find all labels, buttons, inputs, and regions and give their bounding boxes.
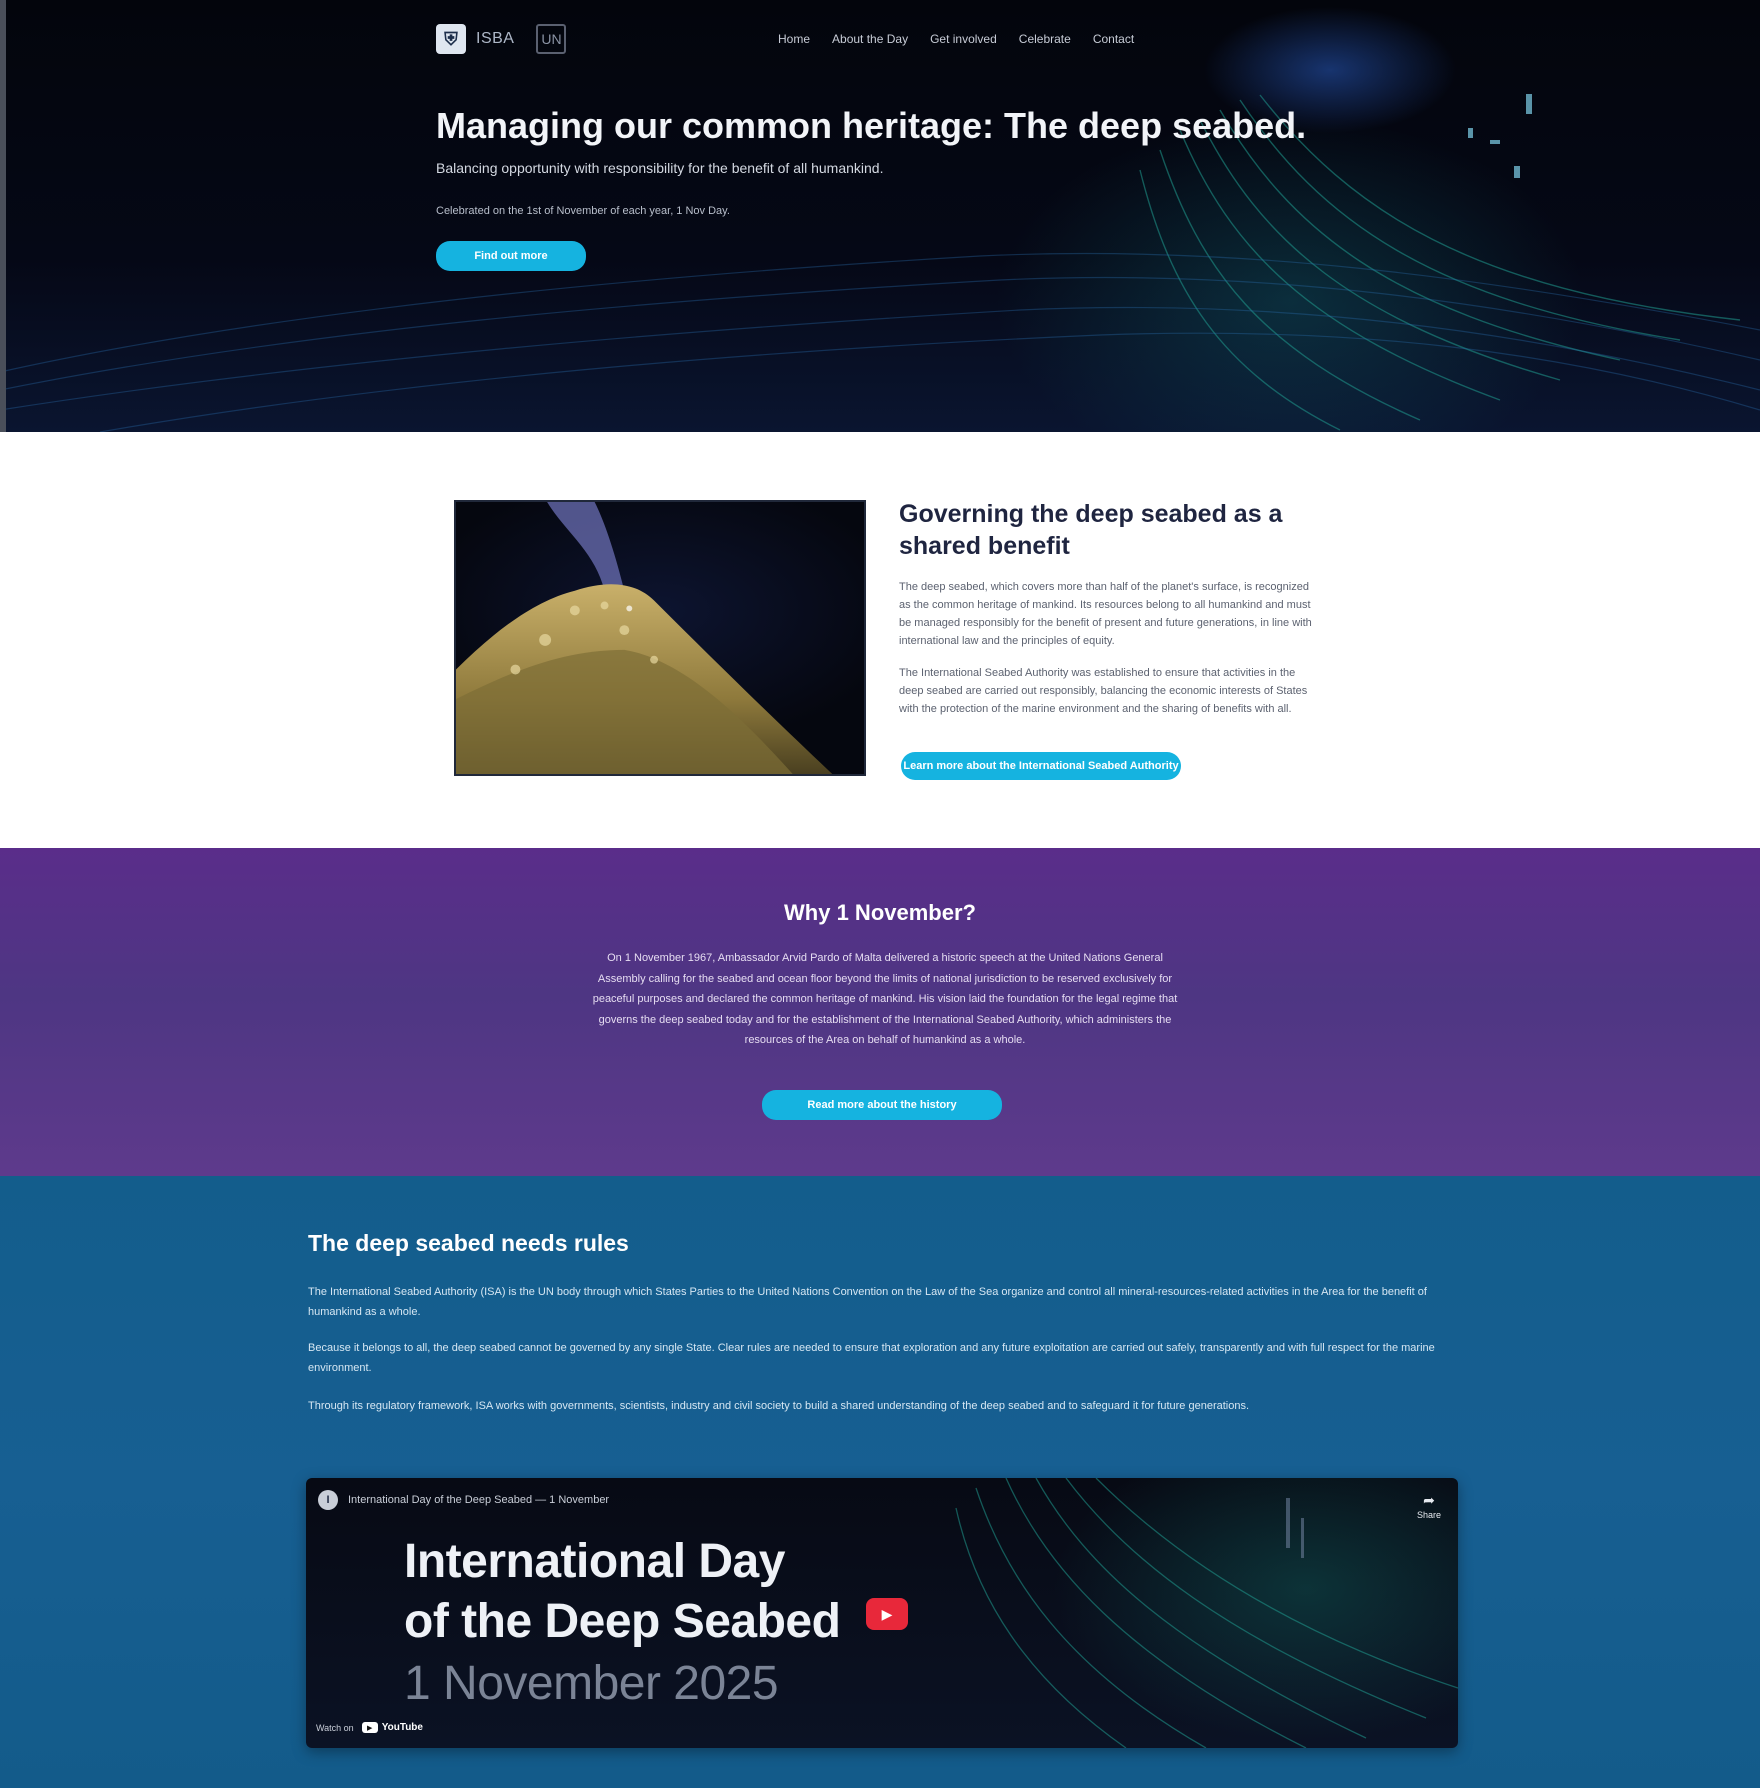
watch-on-youtube[interactable]: Watch on ▶ YouTube bbox=[316, 1722, 423, 1733]
hero-cta-button[interactable]: Find out more bbox=[436, 241, 586, 271]
video-date-line: 1 November 2025 bbox=[404, 1657, 779, 1710]
hero-subtitle: Balancing opportunity with responsibilit… bbox=[436, 160, 884, 176]
hero-title: Managing our common heritage: The deep s… bbox=[436, 105, 1307, 146]
governing-section: Governing the deep seabed as a shared be… bbox=[0, 432, 1760, 848]
rules-section: The deep seabed needs rules The Internat… bbox=[0, 1176, 1760, 1788]
share-icon: ➦ bbox=[1423, 1491, 1435, 1508]
why-title: Why 1 November? bbox=[784, 900, 976, 925]
rules-title: The deep seabed needs rules bbox=[308, 1230, 629, 1256]
youtube-label: YouTube bbox=[381, 1722, 423, 1733]
youtube-logo: ▶ YouTube bbox=[361, 1722, 423, 1733]
nav-link-celebrate[interactable]: Celebrate bbox=[1019, 32, 1071, 46]
play-button[interactable]: ▶ bbox=[866, 1598, 908, 1630]
nav-link-get-involved[interactable]: Get involved bbox=[930, 32, 997, 46]
un-badge: UN bbox=[536, 24, 567, 54]
why-cta-button[interactable]: Read more about the history bbox=[762, 1090, 1002, 1120]
hero-note: Celebrated on the 1st of November of eac… bbox=[436, 205, 730, 217]
page: ⛨ ISBA UN Home About the Day Get involve… bbox=[0, 0, 1760, 1788]
why-section: Why 1 November? On 1 November 1967, Amba… bbox=[0, 848, 1760, 1176]
governing-cta-button[interactable]: Learn more about the International Seabe… bbox=[901, 752, 1181, 780]
rules-paragraph-2: Because it belongs to all, the deep seab… bbox=[308, 1342, 1435, 1374]
video-embed[interactable]: I International Day of the Deep Seabed —… bbox=[306, 1478, 1458, 1748]
seabed-illustration bbox=[456, 502, 833, 774]
nav-link-home[interactable]: Home bbox=[778, 32, 810, 46]
governing-paragraph-2: The International Seabed Authority was e… bbox=[899, 667, 1308, 715]
top-navigation: ⛨ ISBA UN Home About the Day Get involve… bbox=[436, 22, 1536, 56]
hero-section: ⛨ ISBA UN Home About the Day Get involve… bbox=[0, 0, 1760, 432]
share-button[interactable]: ➦ Share bbox=[1412, 1488, 1446, 1524]
deep-seabed-image bbox=[454, 500, 866, 776]
watch-on-label: Watch on bbox=[316, 1722, 354, 1733]
video-title-line-1: International Day bbox=[404, 1535, 785, 1588]
share-label: Share bbox=[1416, 1509, 1442, 1520]
video-title-line-2: of the Deep Seabed bbox=[404, 1595, 841, 1648]
youtube-icon: ▶ bbox=[361, 1722, 378, 1733]
channel-icon[interactable]: I bbox=[318, 1490, 338, 1510]
hero-left-edge bbox=[0, 0, 6, 432]
video-top-bar: I International Day of the Deep Seabed —… bbox=[318, 1488, 1446, 1520]
nav-link-about[interactable]: About the Day bbox=[832, 32, 908, 46]
nav-link-contact[interactable]: Contact bbox=[1093, 32, 1134, 46]
why-paragraph: On 1 November 1967, Ambassador Arvid Par… bbox=[592, 952, 1178, 1046]
nav-links: Home About the Day Get involved Celebrat… bbox=[778, 22, 1134, 56]
rules-paragraph-1: The International Seabed Authority (ISA)… bbox=[308, 1286, 1427, 1318]
site-logo[interactable]: ⛨ ISBA bbox=[436, 24, 514, 54]
logo-text: ISBA bbox=[476, 30, 515, 47]
governing-paragraph-1: The deep seabed, which covers more than … bbox=[899, 581, 1312, 647]
rules-paragraph-3: Through its regulatory framework, ISA wo… bbox=[308, 1400, 1250, 1412]
video-caption[interactable]: International Day of the Deep Seabed — 1… bbox=[348, 1494, 609, 1506]
governing-title: Governing the deep seabed as a shared be… bbox=[899, 500, 1283, 560]
play-icon: ▶ bbox=[881, 1605, 893, 1622]
shield-logo-icon: ⛨ bbox=[436, 24, 466, 54]
